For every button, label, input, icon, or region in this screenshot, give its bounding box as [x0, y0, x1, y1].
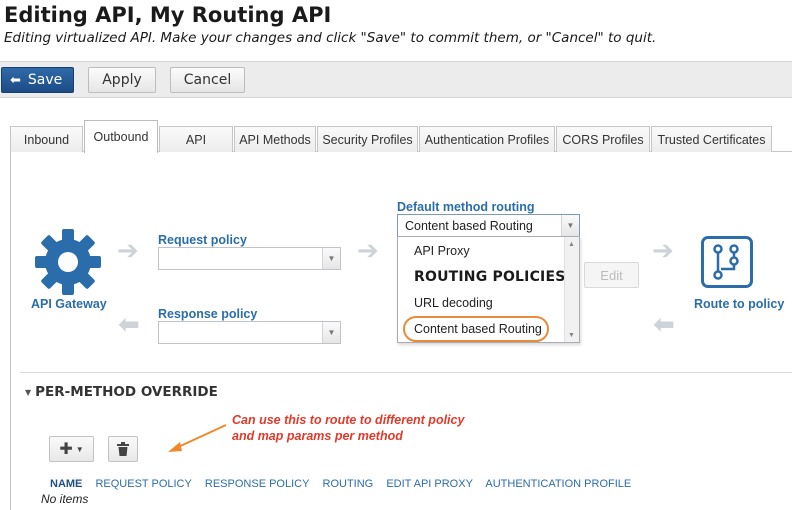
left-arrow-icon: ⬅ [118, 309, 140, 339]
request-policy-label: Request policy [158, 233, 247, 247]
tab-api-methods[interactable]: API Methods [234, 126, 316, 152]
per-method-override-heading: PER-METHOD OVERRIDE [35, 384, 218, 400]
right-arrow-icon: ➔ [357, 235, 379, 265]
scroll-down-icon[interactable]: ▼ [568, 332, 575, 339]
chevron-down-icon: ▼ [322, 322, 340, 343]
annotation-arrow-icon [168, 424, 227, 452]
annotation-line-2: and map params per method [232, 429, 403, 443]
tab-trusted-certificates[interactable]: Trusted Certificates [651, 126, 772, 152]
save-arrow-icon: ⬅ [10, 72, 21, 88]
toolbar: ⬅ Save Apply Cancel [0, 61, 792, 98]
triangle-down-icon: ▼ [25, 387, 32, 397]
response-policy-label: Response policy [158, 307, 258, 321]
left-arrow-icon: ⬅ [653, 309, 675, 339]
tab-api[interactable]: API [159, 126, 233, 152]
per-method-override-toggle[interactable]: ▼ PER-METHOD OVERRIDE [25, 384, 218, 400]
route-policy-icon [701, 236, 753, 288]
column-header-edit-api-proxy[interactable]: EDIT API PROXY [386, 478, 473, 490]
save-label: Save [27, 72, 63, 88]
default-routing-value: Content based Routing [405, 218, 533, 233]
option-url-decoding[interactable]: URL decoding [414, 296, 493, 310]
right-arrow-icon: ➔ [652, 235, 674, 265]
route-to-policy-label: Route to policy [694, 297, 785, 311]
option-group-routing-policies: ROUTING POLICIES [414, 269, 566, 285]
add-override-button[interactable]: ✚ ▼ [49, 436, 94, 462]
routing-dropdown-list: API Proxy ROUTING POLICIES URL decoding … [397, 236, 580, 343]
override-table-header: NAME REQUEST POLICY RESPONSE POLICY ROUT… [50, 478, 641, 490]
tab-cors-profiles[interactable]: CORS Profiles [556, 126, 650, 152]
section-divider [20, 372, 792, 373]
right-arrow-icon: ➔ [117, 235, 139, 265]
scroll-up-icon[interactable]: ▲ [568, 241, 575, 248]
tab-authentication-profiles[interactable]: Authentication Profiles [419, 126, 555, 152]
save-button[interactable]: ⬅ Save [1, 67, 74, 93]
edit-button[interactable]: Edit [584, 262, 639, 288]
trash-icon [117, 442, 129, 456]
page-title: Editing API, My Routing API [4, 3, 332, 27]
column-header-authentication-profile[interactable]: AUTHENTICATION PROFILE [485, 478, 631, 490]
gear-icon [35, 229, 101, 295]
chevron-down-icon: ▼ [322, 248, 340, 269]
tab-inbound[interactable]: Inbound [10, 126, 83, 152]
chevron-down-icon: ▼ [561, 215, 579, 236]
default-routing-label: Default method routing [397, 200, 535, 214]
empty-table-text: No items [41, 492, 89, 506]
default-routing-select[interactable]: Content based Routing ▼ [397, 214, 580, 237]
dropdown-scrollbar[interactable]: ▲ ▼ [564, 237, 579, 342]
column-header-name[interactable]: NAME [50, 478, 82, 490]
delete-override-button[interactable] [108, 436, 138, 462]
api-gateway-label: API Gateway [31, 297, 107, 311]
response-policy-select[interactable]: ▼ [158, 321, 341, 344]
cancel-button[interactable]: Cancel [170, 67, 245, 93]
apply-button[interactable]: Apply [88, 67, 156, 93]
plus-icon: ✚ [59, 441, 73, 458]
column-header-routing[interactable]: ROUTING [323, 478, 374, 490]
column-header-response-policy[interactable]: RESPONSE POLICY [205, 478, 310, 490]
annotation-line-1: Can use this to route to different polic… [232, 413, 465, 427]
highlight-circle [403, 316, 549, 342]
page-subtitle: Editing virtualized API. Make your chang… [4, 30, 657, 46]
tab-outbound[interactable]: Outbound [84, 120, 158, 153]
tab-security-profiles[interactable]: Security Profiles [317, 126, 418, 152]
column-header-request-policy[interactable]: REQUEST POLICY [95, 478, 191, 490]
option-api-proxy[interactable]: API Proxy [414, 244, 470, 258]
request-policy-select[interactable]: ▼ [158, 247, 341, 270]
chevron-down-icon: ▼ [75, 444, 84, 454]
annotation-note: Can use this to route to different polic… [232, 412, 464, 444]
